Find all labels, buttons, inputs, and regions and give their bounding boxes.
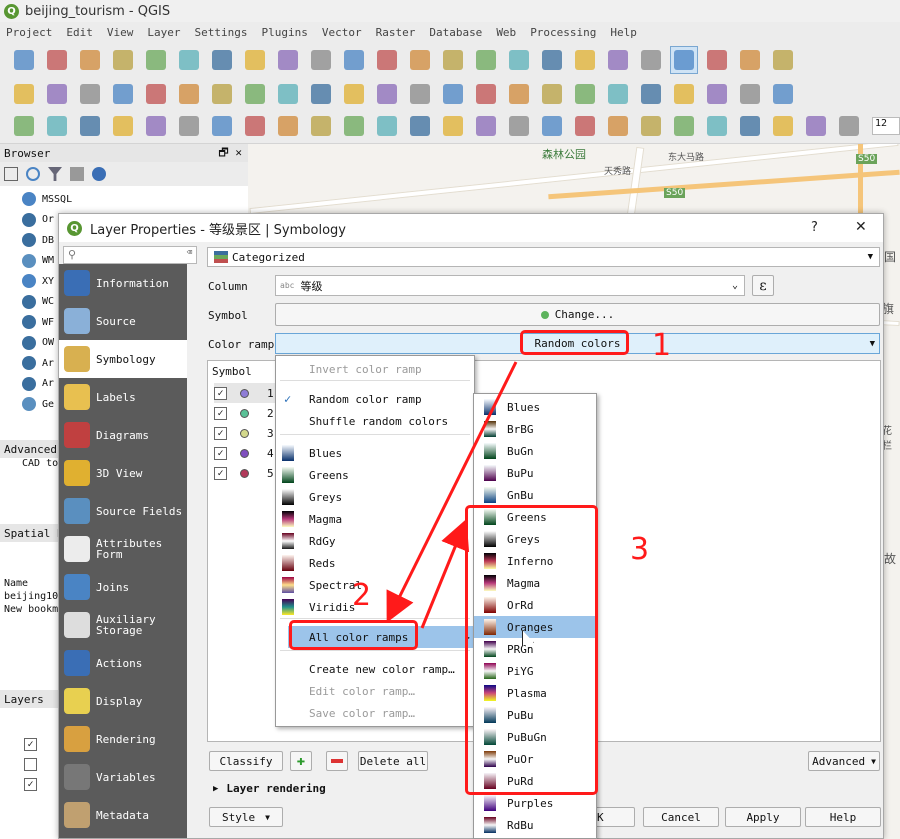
annotation-arrow-2	[420, 518, 470, 629]
annotation-arrow-1	[386, 361, 518, 623]
annotation-arrows	[386, 361, 518, 629]
